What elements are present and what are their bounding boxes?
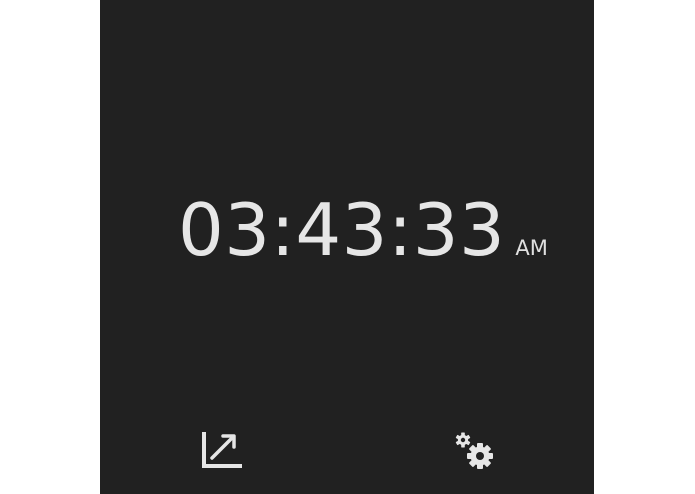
gear-icon (454, 430, 498, 474)
screen: 03:43:33 AM (0, 0, 695, 494)
time-digits: 03:43:33 (178, 188, 506, 272)
clock-panel: 03:43:33 AM (100, 0, 594, 494)
expand-diagonal-icon (198, 428, 242, 472)
time-ampm: AM (515, 236, 548, 260)
settings-button[interactable] (452, 428, 500, 476)
expand-button[interactable] (196, 426, 244, 474)
time-display: 03:43:33 AM (178, 186, 548, 274)
